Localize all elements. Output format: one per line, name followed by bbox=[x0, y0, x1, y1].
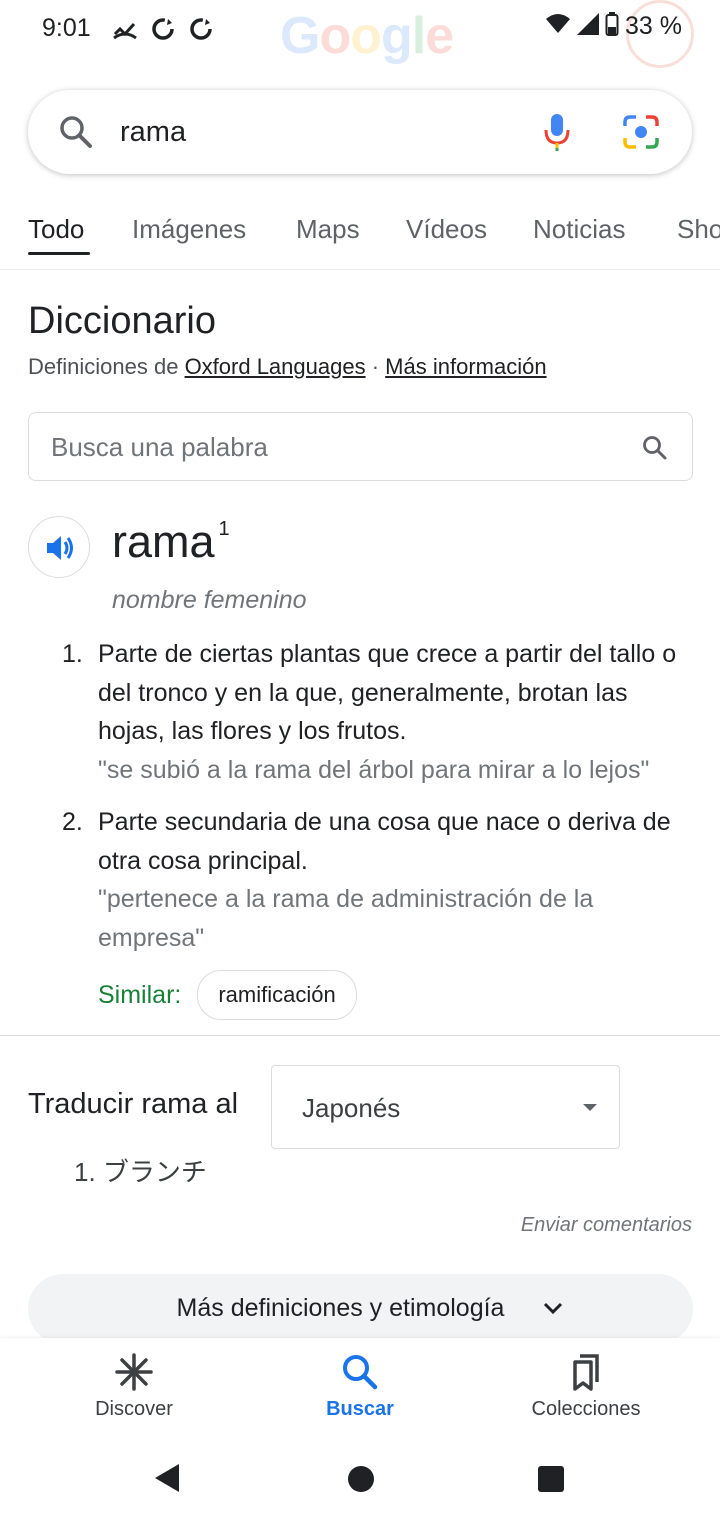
discover-icon bbox=[44, 1352, 224, 1394]
battery-icon bbox=[605, 12, 619, 41]
tab-shopping[interactable]: Sho bbox=[677, 214, 720, 245]
nav-colecciones[interactable]: Colecciones bbox=[496, 1352, 676, 1421]
missed-call-icon bbox=[112, 16, 138, 42]
nav-buscar[interactable]: Buscar bbox=[270, 1352, 450, 1421]
search-tabs: Todo Imágenes Maps Vídeos Noticias Sho bbox=[0, 196, 720, 270]
translation-number: 1. bbox=[74, 1157, 96, 1187]
pronunciation-button[interactable] bbox=[28, 516, 90, 578]
part-of-speech: nombre femenino bbox=[112, 586, 307, 614]
similar-row: Similar: ramificación bbox=[98, 970, 357, 1020]
translation-text: ブランチ bbox=[102, 1157, 207, 1187]
chevron-down-icon bbox=[542, 1297, 564, 1324]
wifi-icon bbox=[545, 13, 571, 40]
search-box[interactable]: rama bbox=[28, 90, 692, 174]
divider bbox=[0, 1035, 720, 1036]
tab-maps[interactable]: Maps bbox=[296, 214, 360, 245]
dropdown-caret-icon[interactable] bbox=[583, 1104, 597, 1111]
dictionary-source: Definiciones de Oxford Languages · Más i… bbox=[28, 354, 547, 380]
word-search-placeholder[interactable]: Busca una palabra bbox=[51, 432, 268, 463]
active-tab-indicator bbox=[28, 252, 90, 255]
definition-number: 1. bbox=[62, 640, 83, 668]
status-bar: 9:01 Google 33 % bbox=[0, 0, 720, 68]
search-icon bbox=[270, 1352, 450, 1394]
word-search-input[interactable]: Busca una palabra bbox=[28, 412, 693, 481]
definition-example: "se subió a la rama del árbol para mirar… bbox=[98, 755, 650, 784]
tab-noticias[interactable]: Noticias bbox=[533, 214, 625, 245]
sync-icon bbox=[150, 16, 176, 42]
similar-label: Similar: bbox=[98, 980, 182, 1009]
tab-imagenes[interactable]: Imágenes bbox=[132, 214, 246, 245]
language-select-value[interactable]: Japonés bbox=[302, 1093, 400, 1124]
speaker-icon bbox=[47, 536, 73, 560]
sync-icon bbox=[188, 16, 214, 42]
similar-chip[interactable]: ramificación bbox=[197, 970, 357, 1020]
oxford-languages-link[interactable]: Oxford Languages bbox=[185, 354, 366, 379]
definition-text: Parte secundaria de una cosa que nace o … bbox=[98, 808, 671, 875]
status-time: 9:01 bbox=[42, 14, 91, 42]
more-definitions-label: Más definiciones y etimología bbox=[176, 1294, 505, 1322]
headword-text: rama bbox=[112, 516, 215, 567]
nav-colecciones-label: Colecciones bbox=[531, 1398, 641, 1420]
nav-discover[interactable]: Discover bbox=[44, 1352, 224, 1421]
more-info-link[interactable]: Más información bbox=[385, 354, 546, 379]
language-select[interactable]: Japonés bbox=[271, 1065, 620, 1149]
recent-apps-icon[interactable] bbox=[538, 1466, 564, 1492]
back-icon[interactable] bbox=[155, 1464, 179, 1492]
source-prefix: Definiciones de bbox=[28, 354, 179, 379]
search-icon[interactable] bbox=[642, 435, 668, 466]
mic-icon[interactable] bbox=[542, 112, 572, 157]
nav-buscar-label: Buscar bbox=[326, 1398, 394, 1420]
search-icon bbox=[58, 114, 94, 155]
system-nav-bar bbox=[0, 1440, 720, 1520]
dictionary-title: Diccionario bbox=[28, 300, 216, 342]
home-icon[interactable] bbox=[348, 1466, 374, 1492]
tab-todo[interactable]: Todo bbox=[28, 214, 84, 245]
google-watermark: Google bbox=[280, 7, 454, 65]
translate-label: Traducir rama al bbox=[28, 1088, 239, 1120]
nav-discover-label: Discover bbox=[95, 1398, 173, 1420]
bottom-nav: Discover Buscar Colecciones bbox=[0, 1338, 720, 1440]
more-definitions-button[interactable]: Más definiciones y etimología bbox=[28, 1274, 693, 1344]
battery-percent: 33 % bbox=[625, 12, 682, 40]
headword-superscript: 1 bbox=[218, 518, 230, 540]
definition-number: 2. bbox=[62, 808, 83, 836]
send-feedback-link[interactable]: Enviar comentarios bbox=[521, 1214, 692, 1237]
definition-text: Parte de ciertas plantas que crece a par… bbox=[98, 640, 677, 745]
lens-icon[interactable] bbox=[622, 114, 660, 155]
separator: · bbox=[371, 354, 380, 379]
definition-example: "pertenece a la rama de administración d… bbox=[98, 885, 594, 952]
headword: rama 1 bbox=[112, 516, 230, 568]
tab-videos[interactable]: Vídeos bbox=[406, 214, 487, 245]
collections-icon bbox=[496, 1352, 676, 1394]
search-query[interactable]: rama bbox=[120, 116, 186, 149]
signal-icon bbox=[577, 13, 600, 40]
translation-result: 1. ブランチ bbox=[74, 1152, 207, 1189]
